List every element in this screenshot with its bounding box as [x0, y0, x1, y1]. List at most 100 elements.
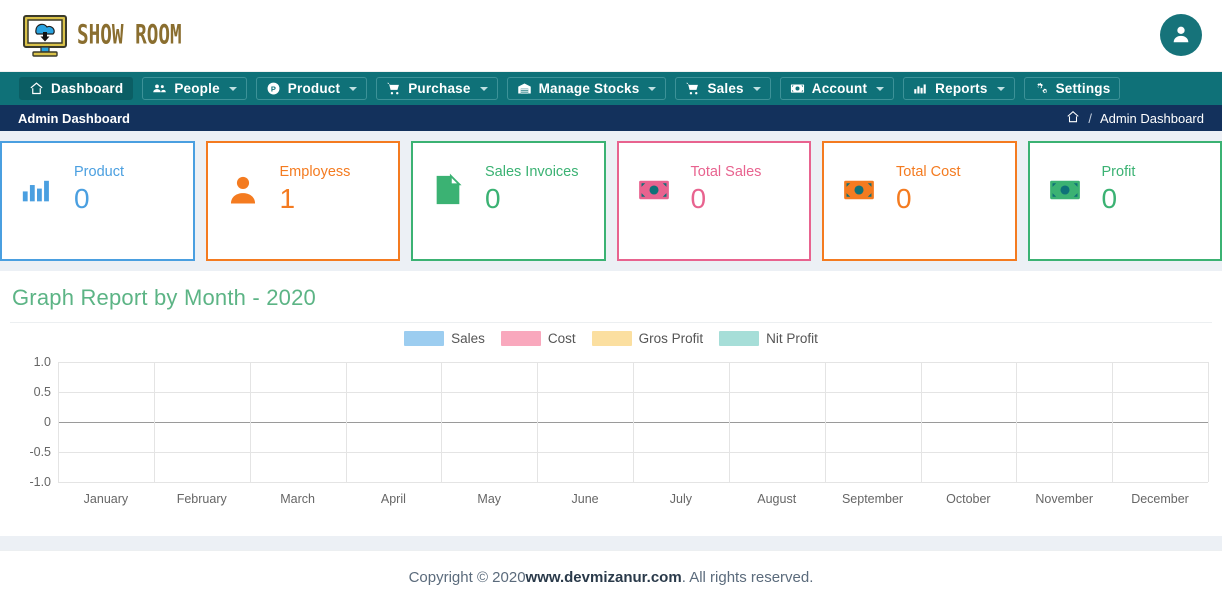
stat-card-label: Sales Invoices	[485, 164, 579, 180]
chart-x-tick: February	[176, 492, 227, 506]
legend-label: Cost	[547, 331, 576, 346]
breadcrumb-current: Admin Dashboard	[1099, 110, 1204, 126]
brand-logo[interactable]: SHOW ROOM	[22, 14, 191, 58]
nav-item-purchase[interactable]: Purchase	[376, 77, 498, 100]
svg-text:P: P	[271, 84, 276, 93]
chart-legend: Sales Cost Gros Profit Nit Profit	[0, 323, 1222, 352]
chart-vertical-gridline	[1112, 362, 1114, 482]
chart-vertical-gridline	[920, 362, 922, 482]
nav-item-account[interactable]: Account	[779, 77, 895, 100]
nav-item-reports[interactable]: Reports	[903, 77, 1015, 100]
brand-name: SHOW ROOM	[77, 19, 182, 50]
legend-label: Nit Profit	[766, 331, 818, 346]
nav-item-label: People	[174, 81, 220, 96]
user-avatar-button[interactable]	[1160, 14, 1202, 56]
nav-item-label: Account	[811, 81, 868, 96]
legend-label: Gros Profit	[638, 331, 704, 346]
nav-item-label: Sales	[707, 81, 744, 96]
chart-vertical-gridline	[728, 362, 730, 482]
nav-item-manage-stocks[interactable]: Manage Stocks	[506, 77, 667, 100]
chart-x-tick: March	[280, 492, 315, 506]
chevron-down-icon	[228, 86, 237, 91]
stat-card-product[interactable]: Product 0	[0, 141, 195, 261]
chart-vertical-gridline	[249, 362, 251, 482]
footer-site-link[interactable]: www.devmizanur.com	[526, 569, 682, 586]
chart-x-tick: May	[477, 492, 502, 506]
nav-item-label: Manage Stocks	[538, 81, 640, 96]
chevron-down-icon	[479, 86, 488, 91]
stat-card-value: 0	[896, 182, 912, 214]
stat-card-value: 0	[485, 182, 501, 214]
chart-x-axis-labels: January February March April May June July Augu…	[58, 492, 1208, 506]
chart-x-tick: August	[757, 492, 797, 506]
breadcrumb-separator: /	[1088, 110, 1092, 126]
users-icon	[152, 81, 167, 96]
stat-card-body: Total Cost 0	[884, 165, 960, 217]
nav-item-label: Product	[287, 81, 341, 96]
legend-item-nit-profit[interactable]: Nit Profit	[719, 331, 818, 346]
legend-item-gros-profit[interactable]: Gros Profit	[591, 331, 704, 346]
stat-card-value: 0	[690, 182, 707, 214]
legend-item-cost[interactable]: Cost	[500, 331, 576, 346]
nav-item-product[interactable]: P Product	[255, 77, 368, 100]
chart-grid: 1.0 0.5 0 -0.5 -1.0	[29, 355, 1209, 489]
warehouse-icon	[517, 81, 532, 96]
chart-gridline	[58, 482, 1208, 483]
chevron-down-icon	[349, 86, 358, 91]
chevron-down-icon	[876, 86, 885, 91]
legend-item-sales[interactable]: Sales	[404, 331, 485, 346]
gears-icon	[1034, 81, 1049, 96]
stat-card-label: Employess	[279, 164, 351, 180]
stat-cards: Product 0 Employess 1 Sales Invoices 0 Total S…	[0, 131, 1222, 261]
money-bill-icon	[790, 81, 805, 96]
chart-x-tick: December	[1131, 492, 1189, 506]
stat-card-profit[interactable]: Profit 0	[1027, 141, 1222, 261]
legend-swatch	[500, 331, 541, 346]
home-icon[interactable]	[1066, 110, 1080, 127]
legend-swatch	[719, 331, 760, 346]
chart-vertical-gridline	[1016, 362, 1018, 482]
chart-plot-area: 1.0 0.5 0 -0.5 -1.0 January February March Apri…	[12, 352, 1210, 512]
main-navigation: Dashboard People P Product Purchase Manage St…	[0, 72, 1222, 105]
chart-vertical-gridline	[633, 362, 634, 482]
chart-y-tick: 0	[44, 415, 51, 429]
stat-card-total-cost[interactable]: Total Cost 0	[822, 141, 1017, 261]
shopping-cart-icon	[386, 81, 401, 96]
money-bill-icon	[1048, 165, 1090, 210]
stat-card-total-sales[interactable]: Total Sales 0	[616, 141, 811, 261]
chart-x-tick: October	[946, 492, 991, 506]
nav-item-label: Dashboard	[51, 81, 124, 96]
home-icon	[29, 81, 44, 96]
stat-card-value: 1	[279, 182, 296, 214]
legend-label: Sales	[451, 331, 485, 346]
page-title: Admin Dashboard	[18, 110, 130, 126]
dashboard-page: SHOW ROOM Dashboard People P Product Purchas…	[0, 0, 1222, 604]
nav-item-label: Reports	[935, 81, 988, 96]
stat-card-employess[interactable]: Employess 1	[205, 141, 400, 261]
chart-vertical-gridline	[1208, 362, 1209, 482]
chart-x-tick: September	[841, 492, 904, 506]
nav-item-settings[interactable]: Settings	[1023, 77, 1121, 100]
chart-y-tick: -0.5	[29, 445, 51, 459]
footer-copyright-suffix: . All rights reserved.	[681, 569, 814, 586]
money-bill-icon	[842, 165, 884, 210]
chart-vertical-gridline	[58, 362, 59, 482]
stat-card-body: Total Sales 0	[679, 165, 762, 217]
product-circle-icon: P	[266, 81, 281, 96]
stat-card-body: Employess 1	[268, 165, 351, 217]
page-footer: Copyright © 2020 www.devmizanur.com. All…	[0, 550, 1222, 604]
chart-x-tick: April	[380, 492, 406, 506]
nav-item-dashboard[interactable]: Dashboard	[19, 77, 134, 100]
stat-card-sales-invoices[interactable]: Sales Invoices 0	[411, 141, 606, 261]
chart-vertical-gridline	[153, 362, 155, 482]
chart-vertical-gridline	[537, 362, 539, 482]
nav-item-people[interactable]: People	[142, 77, 247, 100]
breadcrumb-bar: Admin Dashboard / Admin Dashboard	[0, 105, 1222, 131]
nav-item-sales[interactable]: Sales	[675, 77, 771, 100]
money-bill-icon	[637, 165, 679, 210]
chart-x-tick: July	[669, 492, 692, 506]
user-avatar-icon	[1170, 23, 1192, 48]
chart-x-tick: November	[1035, 492, 1094, 506]
shopping-cart-icon	[685, 81, 700, 96]
chart-x-tick: January	[83, 492, 129, 506]
